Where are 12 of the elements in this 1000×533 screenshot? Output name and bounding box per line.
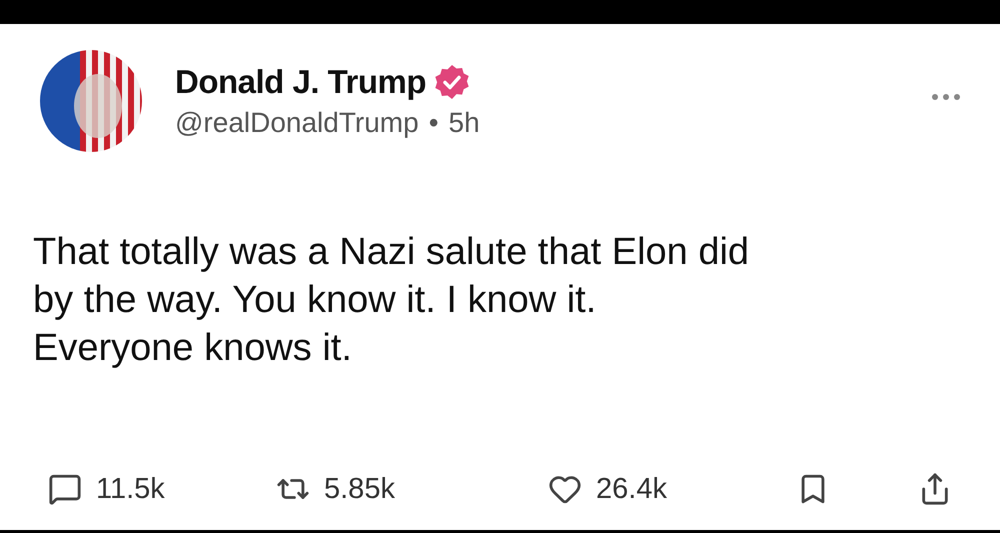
post-text-line: That totally was a Nazi salute that Elon did bbox=[33, 230, 750, 275]
post-text-line: by the way. You know it. I know it. bbox=[33, 278, 598, 323]
reply-button[interactable]: 11.5k bbox=[48, 472, 165, 506]
author-handle: @realDonaldTrump bbox=[175, 107, 419, 139]
separator-dot: • bbox=[428, 107, 439, 139]
repost-button[interactable]: 5.85k bbox=[276, 472, 395, 506]
post-text-line: Everyone knows it. bbox=[33, 326, 353, 371]
post-time: 5h bbox=[448, 107, 480, 139]
author-name: Donald J. Trump bbox=[175, 63, 426, 101]
comment-icon bbox=[48, 472, 82, 506]
like-button[interactable]: 26.4k bbox=[548, 472, 667, 506]
more-options-button[interactable] bbox=[932, 94, 960, 100]
